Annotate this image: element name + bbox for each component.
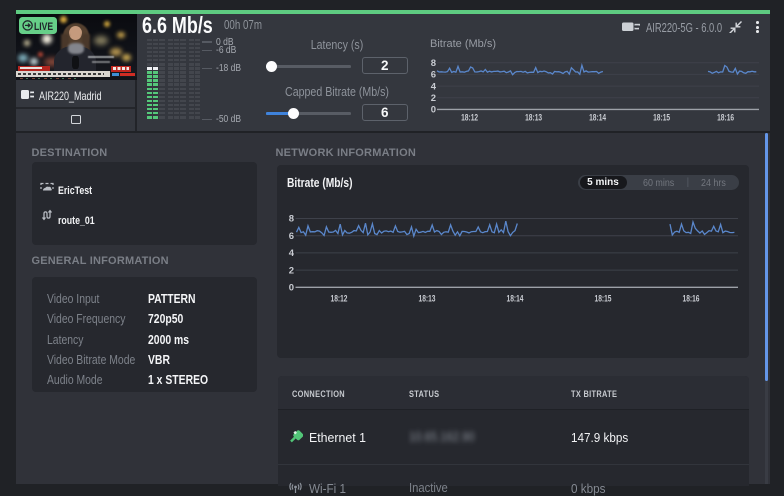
svg-text:18:12: 18:12 [331,294,348,304]
svg-text:8: 8 [431,58,436,69]
svg-text:18:15: 18:15 [653,113,670,123]
svg-text:18:12: 18:12 [461,113,478,123]
svg-text:18:13: 18:13 [525,113,542,123]
svg-text:4: 4 [289,248,295,259]
svg-text:18:14: 18:14 [589,113,606,123]
svg-text:18:15: 18:15 [595,294,612,304]
svg-text:6: 6 [289,231,294,242]
svg-text:18:16: 18:16 [717,113,734,123]
svg-text:4: 4 [431,81,437,92]
svg-text:6: 6 [431,70,436,81]
svg-text:18:16: 18:16 [683,294,700,304]
svg-text:8: 8 [289,214,294,225]
svg-text:18:13: 18:13 [419,294,436,304]
svg-text:0: 0 [289,283,294,294]
svg-text:0: 0 [431,105,436,116]
svg-text:2: 2 [289,265,294,276]
svg-text:18:14: 18:14 [507,294,524,304]
svg-text:2: 2 [431,93,436,104]
